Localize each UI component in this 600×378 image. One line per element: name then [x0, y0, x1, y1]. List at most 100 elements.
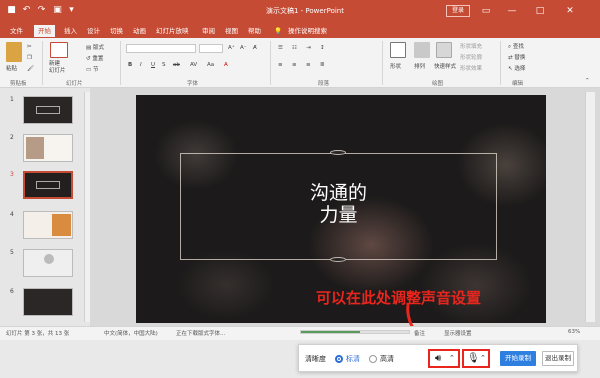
indent-icon[interactable]: ⇥	[306, 45, 311, 51]
slide-thumbnail[interactable]	[23, 96, 73, 124]
slide-thumbnail[interactable]	[23, 211, 73, 239]
strikethrough-button[interactable]: ab	[173, 62, 180, 68]
collapse-ribbon-icon[interactable]: ⌃	[585, 78, 590, 84]
annotation-text: 可以在此处调整声音设置	[316, 289, 482, 307]
slide-count-status: 幻灯片 第 3 张，共 13 张	[6, 331, 70, 337]
select-label: 选择	[514, 66, 526, 72]
ribbon-options-icon[interactable]: ▭	[478, 4, 494, 18]
tab-view[interactable]: 视图	[225, 25, 238, 37]
underline-button[interactable]: U	[151, 62, 155, 68]
font-size-select[interactable]	[199, 44, 223, 53]
thumbnail-image	[52, 214, 71, 236]
align-left-icon[interactable]: ≡	[278, 62, 283, 68]
radio-hd[interactable]	[369, 355, 377, 363]
quick-styles-icon[interactable]	[436, 42, 452, 58]
slide-thumbnail[interactable]	[23, 134, 73, 162]
slide-thumbnail[interactable]	[23, 249, 73, 277]
select-button[interactable]: ↖ 选择	[508, 64, 525, 72]
slide-title[interactable]: 沟通的 力量	[180, 182, 497, 226]
customize-icon[interactable]: ▾	[66, 5, 77, 16]
format-painter-icon[interactable]: 🖌	[27, 66, 34, 72]
notes-button[interactable]: 备注	[414, 329, 425, 337]
tab-animations[interactable]: 动画	[133, 25, 146, 37]
font-color-button[interactable]: A	[224, 62, 228, 68]
thumbnail-image	[26, 137, 44, 159]
char-spacing-button[interactable]: AV	[190, 62, 197, 68]
justify-icon[interactable]: ≣	[320, 62, 325, 68]
bold-button[interactable]: B	[128, 62, 132, 68]
cut-icon[interactable]: ✂	[27, 44, 32, 50]
slide-scrollbar[interactable]	[585, 92, 595, 322]
bullets-icon[interactable]: ☰	[278, 45, 283, 51]
find-button[interactable]: ⌕ 查找	[508, 42, 524, 51]
font-name-select[interactable]	[126, 44, 196, 53]
tab-record[interactable]: 帮助	[248, 25, 261, 37]
slide-number: 5	[10, 249, 14, 256]
line-spacing-icon[interactable]: ↕	[320, 45, 325, 51]
maximize-button[interactable]: □	[532, 4, 548, 18]
tab-slideshow[interactable]: 幻灯片放映	[156, 25, 189, 37]
tab-design[interactable]: 设计	[87, 25, 100, 37]
find-label: 查找	[512, 44, 524, 50]
present-icon[interactable]: ▣	[52, 5, 63, 16]
align-center-icon[interactable]: ≡	[292, 62, 297, 68]
shadow-button[interactable]: S	[162, 62, 166, 68]
reset-button[interactable]: ↺ 重置	[86, 54, 103, 62]
tab-insert[interactable]: 插入	[64, 25, 77, 37]
arrange-button[interactable]: 排列	[414, 62, 425, 70]
redo-icon[interactable]: ↷	[36, 5, 47, 16]
new-slide-icon[interactable]	[50, 42, 68, 58]
option-standard-label[interactable]: 标清	[346, 354, 360, 364]
slide-thumbnail[interactable]	[23, 171, 73, 199]
replace-button[interactable]: ⇄ 替换	[508, 53, 525, 61]
shape-outline-button[interactable]: 形状轮廓	[460, 53, 482, 61]
layout-button[interactable]: ▤ 版式	[86, 43, 104, 51]
copy-icon[interactable]: ❐	[27, 55, 32, 61]
undo-icon[interactable]: ↶	[21, 5, 32, 16]
tab-file[interactable]: 文件	[10, 25, 23, 37]
language-status[interactable]: 中文(简体，中国大陆)	[104, 329, 158, 337]
ribbon: 粘贴 ✂ ❐ 🖌 剪贴板 新建 幻灯片 ▤ 版式 ↺ 重置 ▭ 节 幻灯片 A⁺…	[0, 38, 600, 88]
shape-fill-button[interactable]: 形状填充	[460, 42, 482, 50]
shapes-button[interactable]: 形状	[390, 62, 401, 70]
tab-transitions[interactable]: 切换	[110, 25, 123, 37]
title-bar: ■ ↶ ↷ ▣ ▾ 演示文稿1 - PowerPoint 登录 ▭ — □ ✕	[0, 0, 600, 22]
loading-progress	[300, 330, 410, 334]
shrink-font-icon[interactable]: A⁻	[240, 45, 247, 51]
align-right-icon[interactable]: ≡	[306, 62, 311, 68]
tab-home[interactable]: 开始	[34, 25, 55, 37]
italic-button[interactable]: I	[140, 62, 142, 68]
section-button[interactable]: ▭ 节	[86, 65, 98, 73]
layout-label: 版式	[92, 45, 104, 51]
tab-review[interactable]: 审阅	[202, 25, 215, 37]
arrange-icon[interactable]	[414, 42, 430, 58]
paste-button[interactable]: 粘贴	[6, 64, 17, 72]
new-slide-button[interactable]: 新建 幻灯片	[49, 61, 66, 75]
exit-recording-button[interactable]: 退出录制	[542, 351, 574, 366]
mic-highlight-box	[462, 349, 490, 368]
shapes-icon[interactable]	[390, 42, 406, 58]
quick-styles-button[interactable]: 快速样式	[434, 62, 456, 70]
start-recording-button[interactable]: 开始录制	[500, 351, 536, 366]
paste-icon[interactable]	[6, 42, 22, 62]
option-hd-label[interactable]: 高清	[380, 354, 394, 364]
save-icon[interactable]: ■	[6, 5, 17, 16]
audio-highlight-box	[428, 349, 460, 368]
login-button[interactable]: 登录	[446, 5, 470, 17]
thumbnail-frame	[36, 181, 60, 189]
ribbon-divider	[382, 41, 383, 85]
numbering-icon[interactable]: ☷	[292, 45, 297, 51]
grow-font-icon[interactable]: A⁺	[228, 45, 235, 51]
minimize-button[interactable]: —	[504, 4, 520, 18]
radio-standard[interactable]	[335, 355, 343, 363]
group-font: 字体	[187, 81, 199, 87]
slide-thumbnail[interactable]	[23, 288, 73, 316]
close-button[interactable]: ✕	[562, 4, 578, 18]
change-case-button[interactable]: Aa	[207, 62, 214, 68]
group-paragraph: 段落	[318, 81, 330, 87]
shape-effects-button[interactable]: 形状效果	[460, 64, 482, 72]
zoom-level[interactable]: 63%	[568, 329, 580, 335]
clear-format-icon[interactable]: A̸	[253, 45, 257, 51]
display-settings-button[interactable]: 显示器设置	[444, 329, 472, 337]
tell-me-search[interactable]: 操作说明搜索	[288, 25, 327, 37]
